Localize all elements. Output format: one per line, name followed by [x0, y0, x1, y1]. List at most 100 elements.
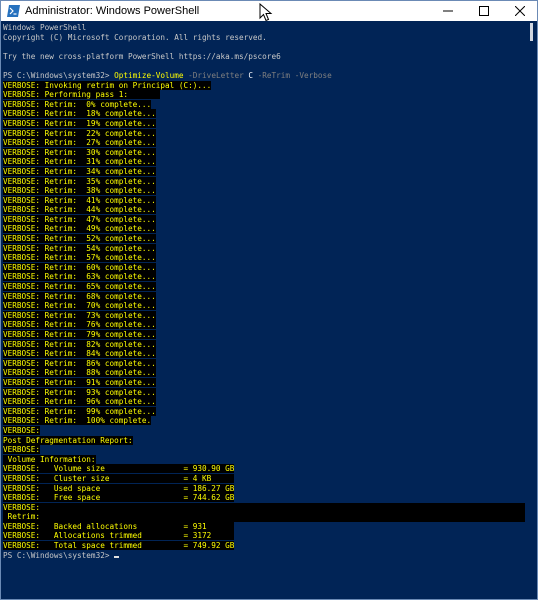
allocations-trimmed-row: VERBOSE: Allocations trimmed = 3172	[3, 531, 212, 541]
parameter-retrim: -ReTrim	[257, 70, 291, 80]
retrim-progress-line: VERBOSE: Retrim: 70% complete...	[3, 301, 525, 311]
retrim-progress-line: VERBOSE: Retrim: 88% complete...	[3, 368, 525, 378]
retrim-progress-text: VERBOSE: Retrim: 82% complete...	[3, 339, 156, 349]
window-title: Administrator: Windows PowerShell	[25, 5, 200, 17]
section-heading-text: Retrim:	[3, 512, 41, 522]
retrim-progress-line: VERBOSE: Retrim: 19% complete...	[3, 118, 525, 129]
close-button[interactable]	[503, 1, 537, 21]
report-row: VERBOSE: Backed allocations = 931	[3, 521, 525, 532]
console-line: Copyright (C) Microsoft Corporation. All…	[3, 32, 267, 42]
total-space-trimmed-row: VERBOSE: Total space trimmed = 749.92 GB	[3, 541, 235, 551]
retrim-progress-line: VERBOSE: Retrim: 27% complete...	[3, 138, 525, 148]
command-line: PS C:\Windows\system32> Optimize-Volume …	[3, 71, 525, 81]
retrim-progress-text: VERBOSE: Retrim: 96% complete...	[3, 397, 156, 407]
retrim-progress-text: VERBOSE: Retrim: 35% complete...	[3, 176, 156, 186]
retrim-progress-line: VERBOSE: Retrim: 76% complete...	[3, 320, 525, 330]
console-line: Windows PowerShell	[3, 23, 87, 32]
retrim-progress-text: VERBOSE: Retrim: 60% complete...	[3, 262, 156, 272]
retrim-progress-line: VERBOSE: Retrim: 22% complete...	[3, 128, 525, 139]
final-prompt-line[interactable]: PS C:\Windows\system32>	[3, 551, 525, 561]
retrim-progress-line: VERBOSE: Retrim: 35% complete...	[3, 176, 525, 187]
report-heading-text: Post Defragmentation Report:	[3, 435, 133, 445]
scrollbar-thumb[interactable]	[530, 23, 533, 41]
minimize-icon	[443, 10, 453, 12]
retrim-progress-text: VERBOSE: Retrim: 18% complete...	[3, 109, 156, 119]
retrim-progress-text: VERBOSE: Retrim: 91% complete...	[3, 377, 156, 387]
retrim-progress-text: VERBOSE: Retrim: 73% complete...	[3, 310, 156, 320]
retrim-progress-text: VERBOSE: Retrim: 88% complete...	[3, 368, 156, 378]
verbose-line: VERBOSE:	[3, 425, 525, 436]
close-icon	[515, 6, 525, 16]
cmdlet-name: Optimize-Volume	[114, 70, 184, 80]
retrim-progress-line: VERBOSE: Retrim: 84% complete...	[3, 349, 525, 359]
retrim-progress-text: VERBOSE: Retrim: 86% complete...	[3, 358, 156, 368]
retrim-progress-text: VERBOSE: Retrim: 19% complete...	[3, 118, 156, 128]
retrim-progress-text: VERBOSE: Retrim: 52% complete...	[3, 234, 156, 244]
report-row: VERBOSE: Total space trimmed = 749.92 GB	[3, 541, 525, 551]
report-row: VERBOSE: Allocations trimmed = 3172	[3, 531, 525, 541]
console-output[interactable]: Windows PowerShell Copyright (C) Microso…	[3, 23, 525, 597]
retrim-progress-line: VERBOSE: Retrim: 93% complete...	[3, 387, 525, 398]
verbose-line: VERBOSE:	[3, 502, 525, 513]
retrim-progress-text: VERBOSE: Retrim: 79% complete...	[3, 330, 156, 339]
retrim-progress-text: VERBOSE: Retrim: 99% complete...	[3, 406, 156, 416]
retrim-progress-line: VERBOSE: Retrim: 99% complete...	[3, 406, 525, 417]
retrim-progress-line: VERBOSE: Retrim: 60% complete...	[3, 262, 525, 273]
retrim-progress-line: VERBOSE: Retrim: 44% complete...	[3, 205, 525, 215]
retrim-progress-text: VERBOSE: Retrim: 31% complete...	[3, 157, 156, 167]
retrim-progress-line: VERBOSE: Retrim: 52% complete...	[3, 234, 525, 244]
report-row: VERBOSE: Used space = 186.27 GB	[3, 483, 525, 494]
vertical-scrollbar[interactable]	[527, 21, 537, 599]
retrim-progress-text: VERBOSE: Retrim: 49% complete...	[3, 224, 156, 234]
powershell-icon	[7, 5, 20, 17]
maximize-button[interactable]	[467, 1, 501, 21]
retrim-progress-line: VERBOSE: Retrim: 38% complete...	[3, 186, 525, 196]
section-heading-text: Volume Information:	[3, 454, 96, 464]
retrim-progress-line: VERBOSE: Retrim: 91% complete...	[3, 377, 525, 388]
maximize-icon	[479, 6, 489, 16]
free-space-row: VERBOSE: Free space = 744.62 GB	[3, 493, 235, 503]
retrim-progress-text: VERBOSE: Retrim: 47% complete...	[3, 214, 156, 224]
retrim-progress-line: VERBOSE: Retrim: 86% complete...	[3, 358, 525, 369]
volume-size-row: VERBOSE: Volume size = 930.90 GB	[3, 464, 235, 474]
retrim-progress-line: VERBOSE: Retrim: 57% complete...	[3, 253, 525, 263]
parameter-verbose: -Verbose	[294, 70, 332, 80]
used-space-row: VERBOSE: Used space = 186.27 GB	[3, 483, 235, 493]
powershell-window: Administrator: Windows PowerShell Window…	[0, 0, 538, 600]
mouse-cursor-icon	[259, 3, 273, 22]
retrim-progress-line: VERBOSE: Retrim: 41% complete...	[3, 195, 525, 206]
retrim-progress-line: VERBOSE: Retrim: 30% complete...	[3, 147, 525, 158]
retrim-progress-line: VERBOSE: Retrim: 73% complete...	[3, 310, 525, 321]
backed-allocations-row: VERBOSE: Backed allocations = 931	[3, 521, 207, 531]
verbose-text: VERBOSE: Performing pass 1:	[3, 90, 128, 100]
retrim-progress-text: VERBOSE: Retrim: 41% complete...	[3, 195, 156, 205]
retrim-progress-text: VERBOSE: Retrim: 68% complete...	[3, 291, 156, 301]
text-cursor	[114, 555, 120, 558]
retrim-progress-text: VERBOSE: Retrim: 57% complete...	[3, 253, 156, 263]
retrim-progress-text: VERBOSE: Retrim: 70% complete...	[3, 301, 156, 311]
retrim-progress-text: VERBOSE: Retrim: 84% complete...	[3, 349, 156, 359]
minimize-button[interactable]	[431, 1, 465, 21]
report-row: VERBOSE: Volume size = 930.90 GB	[3, 464, 525, 474]
section-heading: Retrim:	[3, 512, 525, 522]
retrim-progress-text: VERBOSE: Retrim: 0% complete...	[3, 99, 152, 109]
report-heading: Post Defragmentation Report:	[3, 435, 525, 446]
retrim-progress-line: VERBOSE: Retrim: 82% complete...	[3, 339, 525, 350]
verbose-text: VERBOSE:	[3, 445, 41, 455]
retrim-progress-line: VERBOSE: Retrim: 34% complete...	[3, 166, 525, 177]
retrim-progress-text: VERBOSE: Retrim: 65% complete...	[3, 282, 156, 292]
cluster-size-row: VERBOSE: Cluster size = 4 KB	[3, 473, 212, 483]
report-row: VERBOSE: Cluster size = 4 KB	[3, 473, 525, 484]
retrim-progress-text: VERBOSE: Retrim: 30% complete...	[3, 147, 156, 157]
retrim-progress-line: VERBOSE: Retrim: 100% complete.	[3, 416, 525, 426]
verbose-text: VERBOSE:	[3, 425, 41, 435]
prompt: PS C:\Windows\system32>	[3, 70, 115, 80]
retrim-progress-text: VERBOSE: Retrim: 27% complete...	[3, 138, 156, 148]
retrim-progress-line: VERBOSE: Retrim: 79% complete...	[3, 330, 525, 340]
verbose-text: VERBOSE: Invoking retrim on Principal (C…	[3, 80, 212, 90]
retrim-progress-block: VERBOSE: Retrim: 0% complete... VERBOSE: …	[3, 99, 525, 426]
title-bar[interactable]: Administrator: Windows PowerShell	[1, 1, 537, 22]
retrim-progress-line: VERBOSE: Retrim: 96% complete...	[3, 397, 525, 407]
retrim-progress-line: VERBOSE: Retrim: 18% complete...	[3, 109, 525, 119]
